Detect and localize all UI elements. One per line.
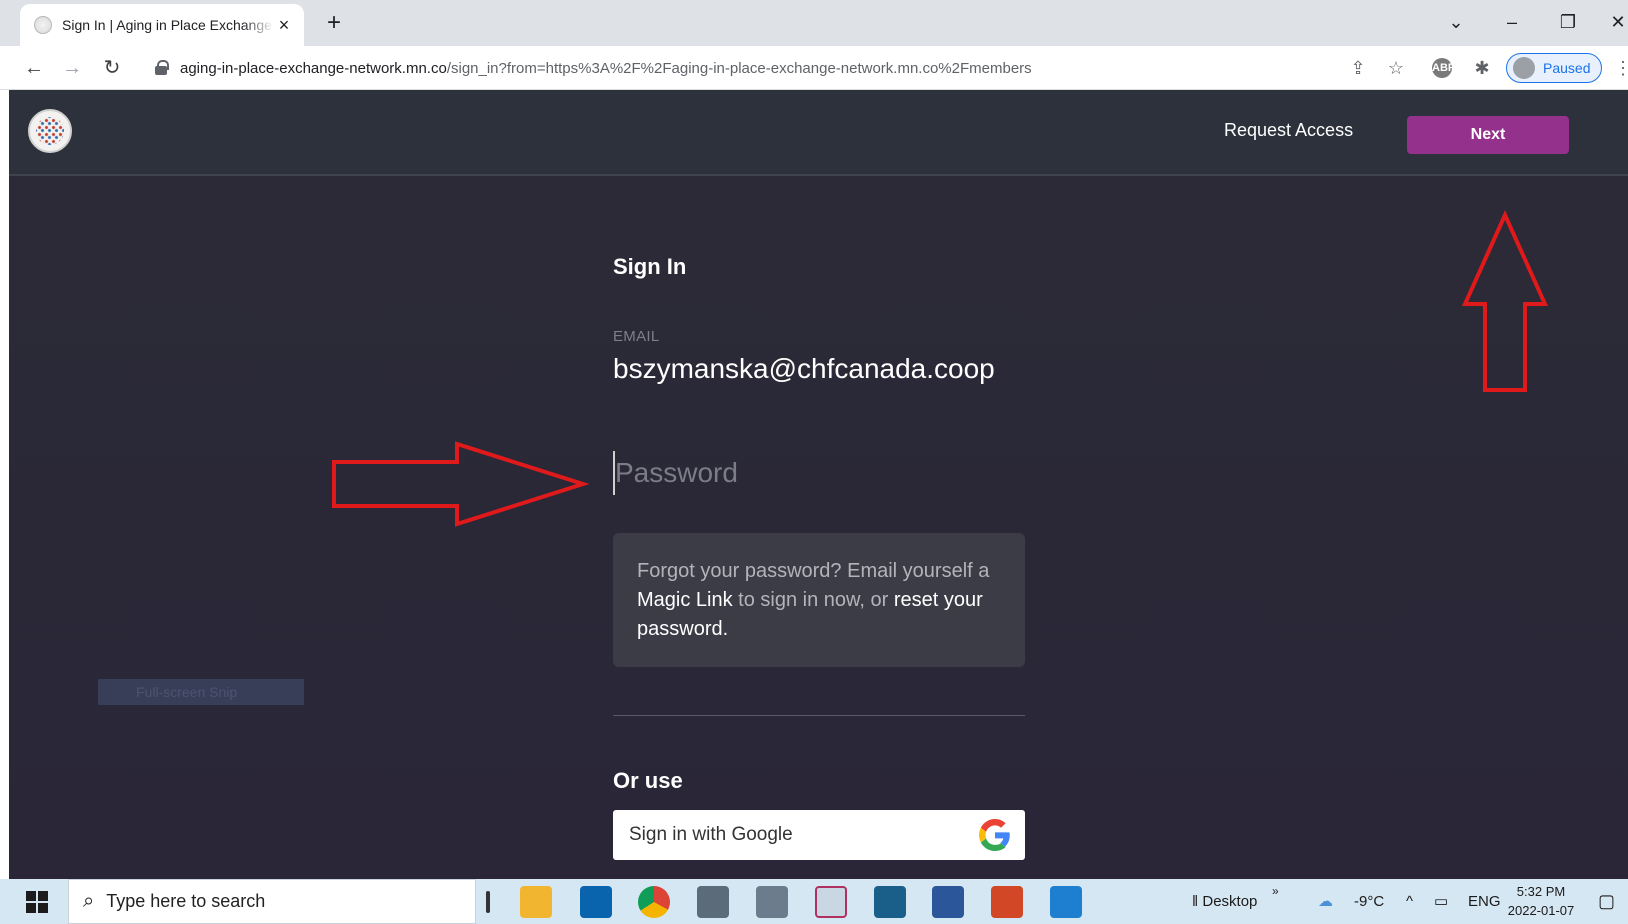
star-icon[interactable]: ☆ [1384,56,1408,80]
desktop-toolbar[interactable]: ‖ Desktop [1192,879,1257,924]
google-signin-label: Sign in with Google [629,824,793,845]
taskbar-clock[interactable]: 5:32 PM 2022-01-07 [1506,882,1576,920]
new-tab-button[interactable]: + [320,10,348,38]
url-text: aging-in-place-exchange-network.mn.co/si… [180,60,1032,77]
temperature[interactable]: -9°C [1354,879,1384,924]
taskbar-search-placeholder: Type here to search [106,891,266,911]
notifications-icon[interactable]: ▢ [1598,879,1615,924]
url-host: aging-in-place-exchange-network.mn.co [180,59,447,77]
extensions-icon[interactable]: ✱ [1470,56,1494,80]
forgot-text-2: to sign in now, or [732,589,894,611]
divider [613,715,1025,716]
email-value[interactable]: bszymanska@chfcanada.coop [613,353,1025,385]
or-use-heading: Or use [613,768,683,793]
avatar [1513,57,1535,79]
restore-icon[interactable]: ❐ [1548,8,1588,36]
search-icon: ⌕ [83,890,95,912]
forgot-password-notice: Forgot your password? Email yourself a M… [613,533,1025,667]
outlook-icon[interactable] [580,886,612,918]
browser-tab[interactable]: Sign In | Aging in Place Exchange Networ… [20,4,304,46]
toolbar-overflow-icon[interactable]: » [1272,869,1279,914]
word-icon[interactable] [932,886,964,918]
close-window-icon[interactable]: ✕ [1598,8,1628,36]
forgot-text-1: Forgot your password? Email yourself a [637,560,990,582]
file-explorer-icon[interactable] [520,886,552,918]
magic-link[interactable]: Magic Link [637,589,733,611]
browser-toolbar: ← → ↻ aging-in-place-exchange-network.mn… [0,46,1628,90]
powerpoint-icon[interactable] [991,886,1023,918]
url-path: /sign_in?from=https%3A%2F%2Faging-in-pla… [446,59,1032,77]
adblock-icon[interactable]: ABP [1432,58,1455,78]
forward-icon[interactable]: → [58,54,86,82]
email-label: EMAIL [613,328,660,345]
next-button[interactable]: Next [1407,116,1569,154]
snip-tooltip: Full-screen Snip [98,679,304,705]
photos-icon[interactable] [1050,886,1082,918]
weather-icon[interactable]: ☁ [1318,879,1333,924]
minimize-icon[interactable]: – [1492,8,1532,36]
logo-mark-icon [36,117,64,145]
taskbar-search[interactable]: ⌕ Type here to search [68,879,476,924]
google-signin-button[interactable]: Sign in with Google [613,810,1025,860]
dell-app-icon[interactable] [874,886,906,918]
site-header: Request Access Next [9,90,1628,176]
tab-title: Sign In | Aging in Place Exchange Networ… [62,17,274,33]
tab-search-icon[interactable]: ⌄ [1436,8,1476,36]
clock-time: 5:32 PM [1516,884,1566,899]
snipping-tool-icon[interactable] [815,886,847,918]
profile-status: Paused [1543,60,1591,76]
menu-icon[interactable]: ⋮ [1614,56,1628,80]
camera-icon[interactable] [697,886,729,918]
taskbar-divider [486,891,490,913]
sign-in-form: Sign In EMAIL bszymanska@chfcanada.coop … [613,254,1025,860]
battery-icon[interactable]: ▭ [1434,879,1448,924]
reload-icon[interactable]: ↻ [98,54,126,82]
share-icon[interactable]: ⇪ [1346,56,1370,80]
back-icon[interactable]: ← [20,54,48,82]
forgot-text-3: . [722,618,729,640]
page-title: Sign In [613,254,687,279]
page-content: Request Access Next Sign In EMAIL bszyma… [9,90,1628,879]
address-bar[interactable]: aging-in-place-exchange-network.mn.co/si… [140,52,1302,84]
desktop-label: Desktop [1202,893,1258,910]
show-hidden-icons-icon[interactable]: ^ [1406,879,1413,924]
calculator-icon[interactable] [756,886,788,918]
profile-button[interactable]: Paused [1506,53,1602,83]
windows-start-icon[interactable] [26,891,48,913]
request-access-link[interactable]: Request Access [1224,120,1353,141]
lock-icon[interactable] [154,60,169,76]
language-indicator[interactable]: ENG [1468,879,1501,924]
tab-close-icon[interactable]: × [274,15,294,35]
chrome-icon[interactable] [638,886,670,918]
tab-strip: Sign In | Aging in Place Exchange Networ… [0,0,1628,46]
password-input[interactable] [613,451,1025,495]
clock-date: 2022-01-07 [1507,903,1575,918]
taskbar: ⌕ Type here to search ‖ Desktop » ☁ -9°C… [0,879,1628,924]
site-favicon-icon [34,16,52,34]
community-logo[interactable] [28,109,72,153]
google-g-icon [979,819,1010,851]
